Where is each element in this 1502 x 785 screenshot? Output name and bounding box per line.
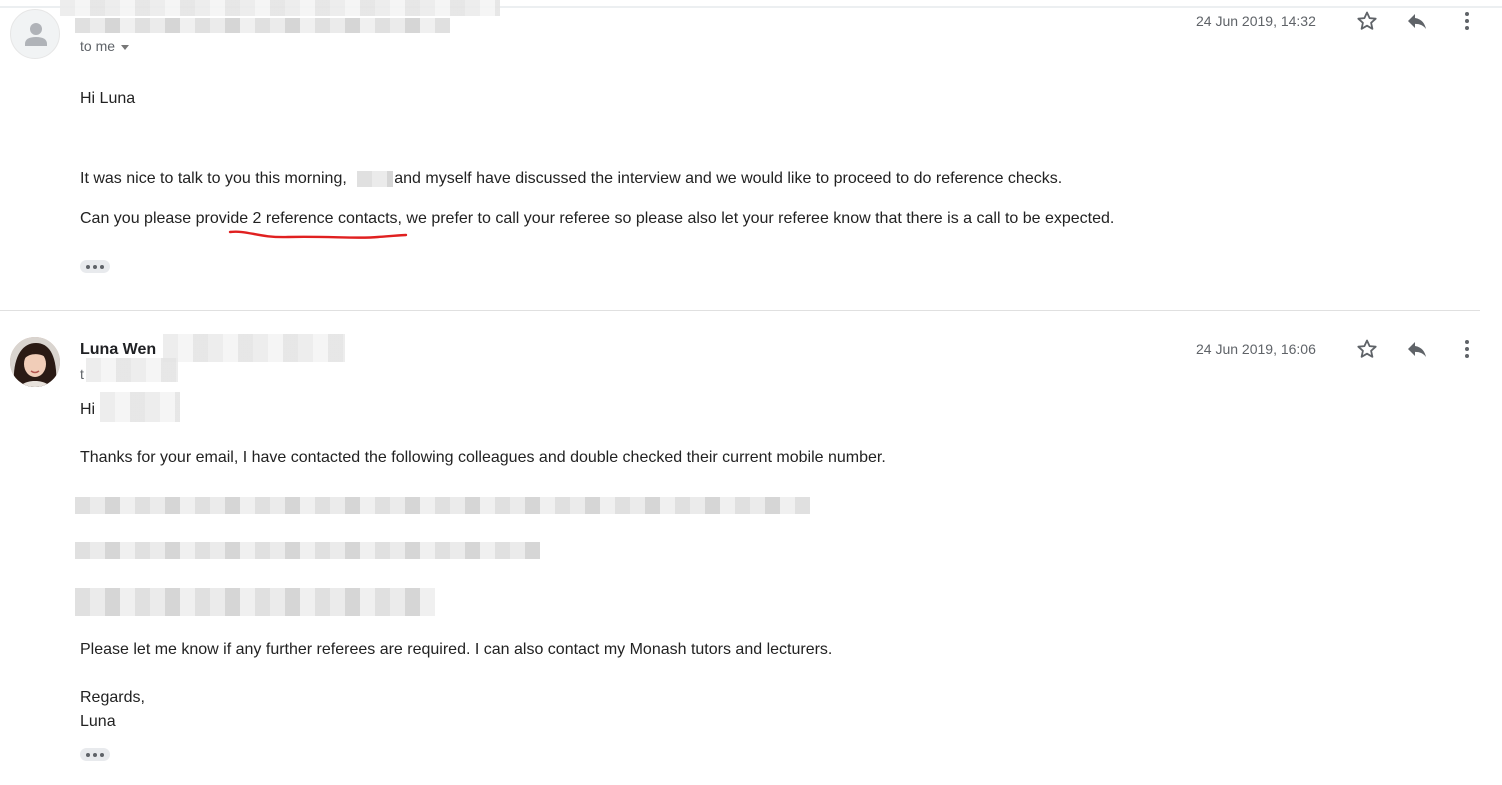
show-trimmed-content-button[interactable] xyxy=(80,748,110,761)
signature: Luna xyxy=(80,713,116,730)
recipient-line[interactable]: t xyxy=(80,366,84,382)
message-date: 24 Jun 2019, 14:32 xyxy=(1196,13,1316,29)
reply-icon xyxy=(1408,14,1426,29)
paragraph-end: and myself have discussed the interview … xyxy=(394,170,1063,187)
message-date: 24 Jun 2019, 16:06 xyxy=(1196,341,1316,357)
redacted-sender-email xyxy=(163,334,345,362)
message-greeting: Hi Luna xyxy=(80,90,136,107)
red-underline-annotation xyxy=(228,230,408,239)
message-divider xyxy=(0,310,1480,311)
redacted-referee-2 xyxy=(75,542,540,559)
star-button[interactable] xyxy=(1355,9,1379,33)
redacted-referee-1 xyxy=(75,497,810,514)
signoff: Regards, xyxy=(80,689,145,706)
show-trimmed-content-button[interactable] xyxy=(80,260,110,273)
redacted-name xyxy=(357,170,394,187)
redacted-referee-3 xyxy=(75,588,435,616)
star-button[interactable] xyxy=(1355,337,1379,361)
chevron-down-icon[interactable] xyxy=(121,44,130,50)
star-icon xyxy=(1357,339,1377,358)
profile-photo xyxy=(10,337,60,387)
more-options-button[interactable] xyxy=(1455,9,1479,33)
redacted-sender-name xyxy=(75,18,450,33)
ellipsis-icon xyxy=(86,752,90,757)
more-vert-icon xyxy=(1465,340,1469,358)
reply-button[interactable] xyxy=(1405,9,1429,33)
recipient-line[interactable]: to me xyxy=(80,38,130,54)
message-greeting: Hi xyxy=(80,401,96,418)
message-paragraph: Thanks for your email, I have contacted … xyxy=(80,449,886,466)
more-options-button[interactable] xyxy=(1455,337,1479,361)
redacted-name xyxy=(100,392,180,422)
ellipsis-icon xyxy=(86,264,90,269)
sender-avatar[interactable] xyxy=(10,337,60,387)
redacted-header-strip xyxy=(60,0,500,16)
recipient-label: to me xyxy=(80,38,116,54)
paragraph-start: It was nice to talk to you this morning, xyxy=(80,170,347,187)
more-vert-icon xyxy=(1465,12,1469,30)
sender-avatar[interactable] xyxy=(10,9,60,59)
person-icon xyxy=(25,23,47,46)
redacted-recipient xyxy=(86,358,178,382)
star-icon xyxy=(1357,11,1377,30)
reply-icon xyxy=(1408,342,1426,357)
message-paragraph: Please let me know if any further refere… xyxy=(80,641,833,658)
reply-button[interactable] xyxy=(1405,337,1429,361)
recipient-label: t xyxy=(80,366,84,382)
message-paragraph: It was nice to talk to you this morning,… xyxy=(80,170,1062,188)
message-paragraph: Can you please provide 2 reference conta… xyxy=(80,210,1115,227)
sender-name: Luna Wen xyxy=(80,341,157,358)
